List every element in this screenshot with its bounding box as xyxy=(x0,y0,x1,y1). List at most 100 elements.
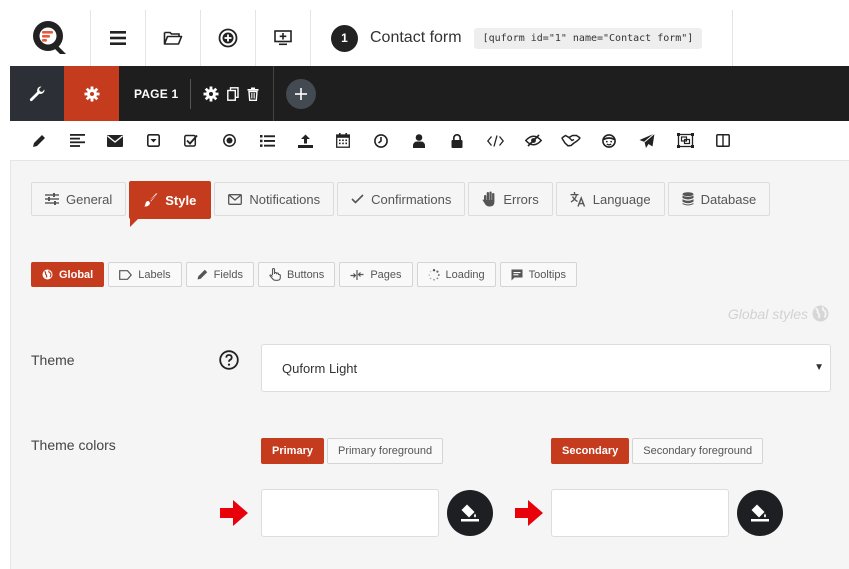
subtab-label: Tooltips xyxy=(528,268,566,281)
radio-icon xyxy=(222,134,236,147)
add-text-field[interactable] xyxy=(20,134,58,148)
caret-down-icon: ▼ xyxy=(814,362,824,373)
form-settings-button[interactable] xyxy=(64,66,119,121)
add-submit-field[interactable] xyxy=(628,132,666,149)
subtab-tooltips[interactable]: Tooltips xyxy=(499,262,577,287)
tab-style[interactable]: Style xyxy=(129,181,212,227)
theme-label: Theme xyxy=(31,352,75,368)
add-captcha-field[interactable] xyxy=(552,134,590,147)
add-recaptcha-field[interactable] xyxy=(590,133,628,148)
tab-label: Confirmations xyxy=(371,191,452,207)
primary-color-input[interactable] xyxy=(261,489,439,537)
theme-select[interactable]: Quform Light ▼ xyxy=(261,344,831,392)
primary-color-picker-button[interactable] xyxy=(447,490,493,536)
clock-icon xyxy=(374,133,388,148)
database-icon xyxy=(682,192,694,206)
theme-colors-label: Theme colors xyxy=(31,437,116,453)
pointer-icon xyxy=(269,268,281,281)
quform-logo[interactable] xyxy=(10,10,91,66)
theme-help[interactable] xyxy=(219,350,239,375)
add-password-field[interactable] xyxy=(438,133,476,148)
secondary-tab[interactable]: Secondary xyxy=(551,438,630,464)
secondary-color-picker-button[interactable] xyxy=(737,490,783,536)
add-checkbox-field[interactable] xyxy=(172,134,210,147)
subtab-label: Labels xyxy=(138,268,171,281)
add-time-field[interactable] xyxy=(362,133,400,148)
page-tab-divider xyxy=(190,78,192,109)
tab-errors[interactable]: Errors xyxy=(468,182,553,216)
translate-icon xyxy=(570,191,585,207)
tab-database[interactable]: Database xyxy=(667,182,771,216)
envelope-icon xyxy=(228,193,243,205)
globe-icon xyxy=(812,305,829,322)
secondary-foreground-tab[interactable]: Secondary foreground xyxy=(632,438,764,464)
tab-confirmations[interactable]: Confirmations xyxy=(337,182,466,216)
field-toolbar xyxy=(10,121,849,161)
menu-button[interactable] xyxy=(91,10,146,66)
add-group-field[interactable] xyxy=(666,133,704,148)
subtab-label: Fields xyxy=(213,268,243,281)
primary-foreground-tab[interactable]: Primary foreground xyxy=(326,438,444,464)
sliders-icon xyxy=(45,193,59,205)
add-file-upload-field[interactable] xyxy=(286,134,324,148)
add-select-field[interactable] xyxy=(134,134,172,147)
page-bar: PAGE 1 xyxy=(10,66,849,121)
add-textarea-field[interactable] xyxy=(58,134,96,147)
subtab-fields[interactable]: Fields xyxy=(185,262,254,287)
object-group-icon xyxy=(676,133,694,148)
code-icon xyxy=(486,134,504,147)
form-number-badge: 1 xyxy=(331,24,358,52)
subtab-loading[interactable]: Loading xyxy=(416,262,496,287)
envelope-icon xyxy=(107,134,123,147)
secondary-color-tabs: Secondary Secondary foreground xyxy=(551,438,764,464)
subtab-pages[interactable]: Pages xyxy=(339,262,413,287)
add-html-field[interactable] xyxy=(476,134,514,147)
question-circle-icon xyxy=(219,350,239,370)
page-label: PAGE 1 xyxy=(134,86,179,101)
page-actions xyxy=(203,86,273,102)
tools-button[interactable] xyxy=(10,66,64,121)
secondary-color-input[interactable] xyxy=(551,489,729,537)
add-email-field[interactable] xyxy=(96,134,134,147)
subtab-labels[interactable]: Labels xyxy=(108,262,182,287)
subtab-label: Buttons xyxy=(287,268,325,281)
paper-plane-icon xyxy=(639,132,655,148)
tab-language[interactable]: Language xyxy=(555,182,665,216)
delete-page-icon[interactable] xyxy=(247,87,259,101)
duplicate-page-icon[interactable] xyxy=(227,86,240,101)
subtab-label: Pages xyxy=(370,268,402,281)
open-form-button[interactable] xyxy=(146,10,201,66)
tab-notifications[interactable]: Notifications xyxy=(214,182,335,216)
tab-general[interactable]: General xyxy=(31,182,127,216)
add-column-field[interactable] xyxy=(704,134,742,147)
add-page-area xyxy=(274,66,317,121)
plus-icon xyxy=(295,87,308,100)
preview-button[interactable] xyxy=(256,10,311,66)
form-shortcode[interactable]: [quform id="1" name="Contact form"] xyxy=(473,27,703,49)
add-form-button[interactable] xyxy=(201,10,256,66)
eye-slash-icon xyxy=(524,134,542,147)
tab-label: Database xyxy=(700,191,757,207)
checkbox-icon xyxy=(184,134,198,147)
subtab-global[interactable]: Global xyxy=(31,262,105,287)
tab-label: Errors xyxy=(503,191,539,207)
user-icon xyxy=(413,133,425,148)
select-box-icon xyxy=(146,134,160,147)
add-name-field[interactable] xyxy=(400,133,438,148)
form-name: Contact form xyxy=(370,29,462,46)
add-date-field[interactable] xyxy=(324,133,362,148)
page-settings-icon[interactable] xyxy=(203,86,219,102)
add-hidden-field[interactable] xyxy=(514,134,552,147)
add-radio-field[interactable] xyxy=(210,134,248,147)
page-tab[interactable]: PAGE 1 xyxy=(119,66,273,121)
add-multiselect-field[interactable] xyxy=(248,134,286,147)
gear-icon xyxy=(84,86,99,101)
subtab-buttons[interactable]: Buttons xyxy=(258,262,336,287)
settings-tabs: General Style Notifications Confirmation… xyxy=(31,181,771,227)
hand-icon xyxy=(482,191,495,207)
primary-tab[interactable]: Primary xyxy=(261,438,324,464)
style-subtabs: Global Labels Fields Buttons Pages Loadi… xyxy=(31,262,577,287)
wrench-icon xyxy=(29,85,45,101)
add-page-button[interactable] xyxy=(286,78,317,109)
quform-logo-icon xyxy=(33,21,66,54)
